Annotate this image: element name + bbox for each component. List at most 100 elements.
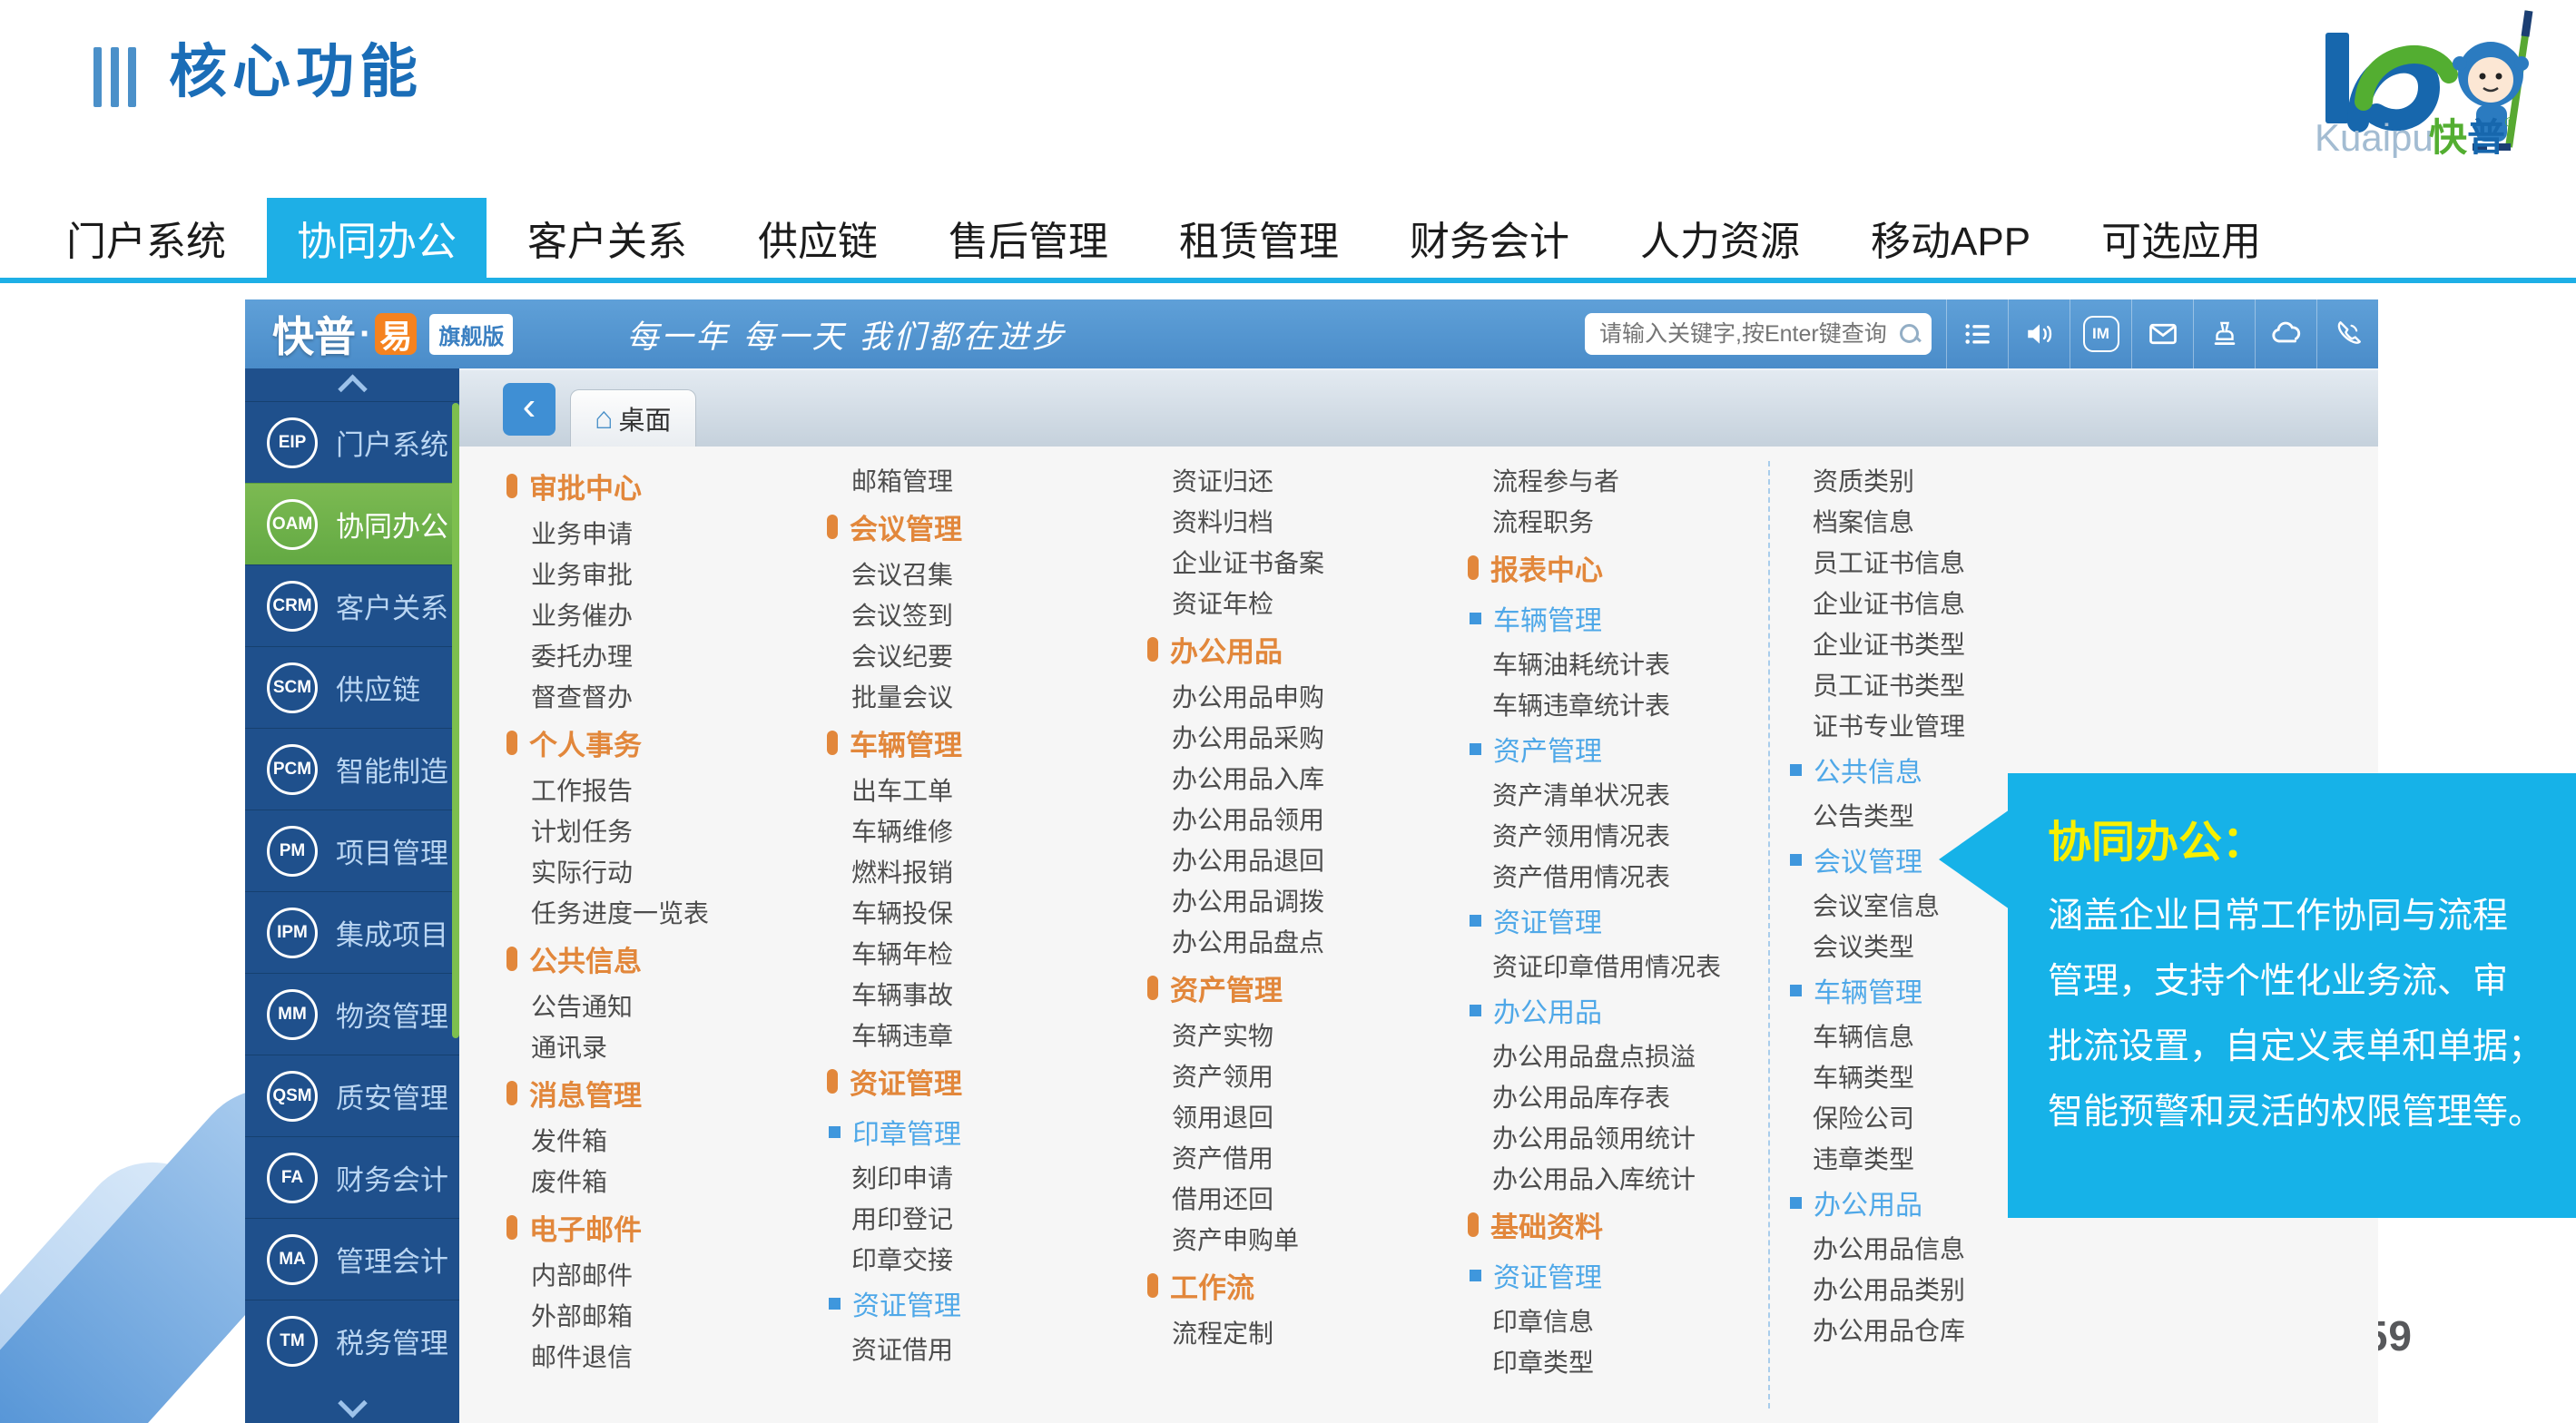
menu-item[interactable]: 办公用品采购: [1147, 716, 1468, 757]
menu-item[interactable]: 领用退回: [1147, 1095, 1468, 1136]
menu-subsection-header[interactable]: 资证管理: [1468, 896, 1788, 945]
im-icon[interactable]: IM: [2070, 299, 2131, 368]
menu-item[interactable]: 资证借用: [827, 1328, 1147, 1369]
sidebar-scroll-down[interactable]: [245, 1390, 459, 1423]
menu-item[interactable]: 实际行动: [506, 850, 827, 891]
menu-subsection-header[interactable]: 资产管理: [1468, 724, 1788, 773]
menu-item[interactable]: 车辆油耗统计表: [1468, 643, 1788, 683]
tab-5[interactable]: 售后管理: [919, 198, 1138, 278]
menu-section-header[interactable]: 资产管理: [1147, 961, 1468, 1014]
menu-item[interactable]: 资证年检: [1147, 582, 1468, 623]
sidebar-item-ipm[interactable]: IPM集成项目: [245, 891, 459, 973]
sidebar-item-crm[interactable]: CRM客户关系: [245, 564, 459, 646]
menu-item[interactable]: 内部邮件: [506, 1253, 827, 1294]
menu-item[interactable]: 资产借用: [1147, 1136, 1468, 1177]
menu-item[interactable]: 批量会议: [827, 675, 1147, 716]
menu-section-header[interactable]: 电子邮件: [506, 1201, 827, 1253]
back-button[interactable]: ‹: [503, 383, 556, 436]
menu-item[interactable]: 办公用品入库: [1147, 757, 1468, 798]
menu-item[interactable]: 流程定制: [1147, 1311, 1468, 1352]
menu-item[interactable]: 工作报告: [506, 769, 827, 810]
menu-subsection-header[interactable]: 办公用品: [1468, 986, 1788, 1035]
list-icon[interactable]: [1946, 299, 2008, 368]
tab-7[interactable]: 财务会计: [1380, 198, 1599, 278]
menu-item[interactable]: 邮箱管理: [827, 459, 1147, 500]
desktop-tab[interactable]: ⌂ 桌面: [570, 389, 696, 447]
menu-item[interactable]: 督查督办: [506, 675, 827, 716]
menu-item[interactable]: 刻印申请: [827, 1156, 1147, 1197]
menu-item[interactable]: 车辆违章: [827, 1014, 1147, 1055]
speaker-icon[interactable]: [2008, 299, 2070, 368]
search-box[interactable]: [1585, 313, 1932, 355]
menu-item[interactable]: 邮件退信: [506, 1335, 827, 1376]
menu-item[interactable]: 印章交接: [827, 1238, 1147, 1279]
menu-section-header[interactable]: 公共信息: [506, 932, 827, 985]
menu-item[interactable]: 业务审批: [506, 553, 827, 594]
menu-item[interactable]: 办公用品盘点: [1147, 920, 1468, 961]
tab-1[interactable]: 门户系统: [36, 198, 256, 278]
sidebar-item-fa[interactable]: FA财务会计: [245, 1136, 459, 1218]
menu-item[interactable]: 会议纪要: [827, 634, 1147, 675]
sidebar-scroll-up[interactable]: [245, 368, 459, 401]
sidebar-item-ma[interactable]: MA管理会计: [245, 1218, 459, 1300]
menu-item[interactable]: 外部邮箱: [506, 1294, 827, 1335]
menu-item[interactable]: 员工证书类型: [1788, 663, 2109, 704]
tab-6[interactable]: 租赁管理: [1149, 198, 1369, 278]
menu-item[interactable]: 资质类别: [1788, 459, 2109, 500]
menu-section-header[interactable]: 报表中心: [1468, 541, 1788, 594]
menu-item[interactable]: 流程参与者: [1468, 459, 1788, 500]
menu-item[interactable]: 员工证书信息: [1788, 541, 2109, 582]
sidebar-item-qsm[interactable]: QSM质安管理: [245, 1055, 459, 1136]
tab-10[interactable]: 可选应用: [2071, 198, 2291, 278]
menu-item[interactable]: 车辆投保: [827, 891, 1147, 932]
tab-3[interactable]: 客户关系: [497, 198, 717, 278]
menu-item[interactable]: 档案信息: [1788, 500, 2109, 541]
menu-item[interactable]: 资料归档: [1147, 500, 1468, 541]
menu-item[interactable]: 资产申购单: [1147, 1218, 1468, 1259]
sidebar-item-pm[interactable]: PM项目管理: [245, 810, 459, 891]
menu-item[interactable]: 车辆事故: [827, 973, 1147, 1014]
menu-item[interactable]: 企业证书类型: [1788, 623, 2109, 663]
menu-item[interactable]: 企业证书备案: [1147, 541, 1468, 582]
menu-item[interactable]: 办公用品库存表: [1468, 1075, 1788, 1116]
menu-item[interactable]: 公告通知: [506, 985, 827, 1026]
menu-item[interactable]: 办公用品领用统计: [1468, 1116, 1788, 1157]
menu-item[interactable]: 借用还回: [1147, 1177, 1468, 1218]
menu-item[interactable]: 办公用品仓库: [1788, 1309, 2109, 1349]
menu-item[interactable]: 资证归还: [1147, 459, 1468, 500]
menu-item[interactable]: 流程职务: [1468, 500, 1788, 541]
menu-item[interactable]: 办公用品盘点损溢: [1468, 1035, 1788, 1075]
sidebar-item-tm[interactable]: TM税务管理: [245, 1300, 459, 1381]
menu-item[interactable]: 出车工单: [827, 769, 1147, 810]
menu-subsection-header[interactable]: 印章管理: [827, 1107, 1147, 1156]
menu-section-header[interactable]: 消息管理: [506, 1066, 827, 1119]
sidebar-scrollbar[interactable]: [452, 403, 459, 1038]
search-icon[interactable]: [1899, 323, 1921, 345]
stamp-icon[interactable]: [2193, 299, 2255, 368]
menu-section-header[interactable]: 会议管理: [827, 500, 1147, 553]
menu-item[interactable]: 发件箱: [506, 1119, 827, 1160]
menu-subsection-header[interactable]: 车辆管理: [1468, 594, 1788, 643]
menu-item[interactable]: 委托办理: [506, 634, 827, 675]
menu-section-header[interactable]: 车辆管理: [827, 716, 1147, 769]
menu-item[interactable]: 办公用品调拨: [1147, 879, 1468, 920]
menu-item[interactable]: 废件箱: [506, 1160, 827, 1201]
menu-subsection-header[interactable]: 资证管理: [1468, 1251, 1788, 1300]
menu-item[interactable]: 资产领用情况表: [1468, 814, 1788, 855]
menu-item[interactable]: 车辆年检: [827, 932, 1147, 973]
menu-subsection-header[interactable]: 资证管理: [827, 1279, 1147, 1328]
menu-item[interactable]: 资证印章借用情况表: [1468, 945, 1788, 986]
menu-item[interactable]: 计划任务: [506, 810, 827, 850]
menu-item[interactable]: 办公用品入库统计: [1468, 1157, 1788, 1198]
cloud-icon[interactable]: [2255, 299, 2316, 368]
sidebar-item-scm[interactable]: SCM供应链: [245, 646, 459, 728]
menu-item[interactable]: 证书专业管理: [1788, 704, 2109, 745]
menu-item[interactable]: 燃料报销: [827, 850, 1147, 891]
menu-item[interactable]: 资产借用情况表: [1468, 855, 1788, 896]
menu-item[interactable]: 资产实物: [1147, 1014, 1468, 1055]
menu-section-header[interactable]: 工作流: [1147, 1259, 1468, 1311]
tab-8[interactable]: 人力资源: [1610, 198, 1830, 278]
menu-item[interactable]: 印章类型: [1468, 1340, 1788, 1381]
menu-section-header[interactable]: 审批中心: [506, 459, 827, 512]
mail-icon[interactable]: [2131, 299, 2193, 368]
